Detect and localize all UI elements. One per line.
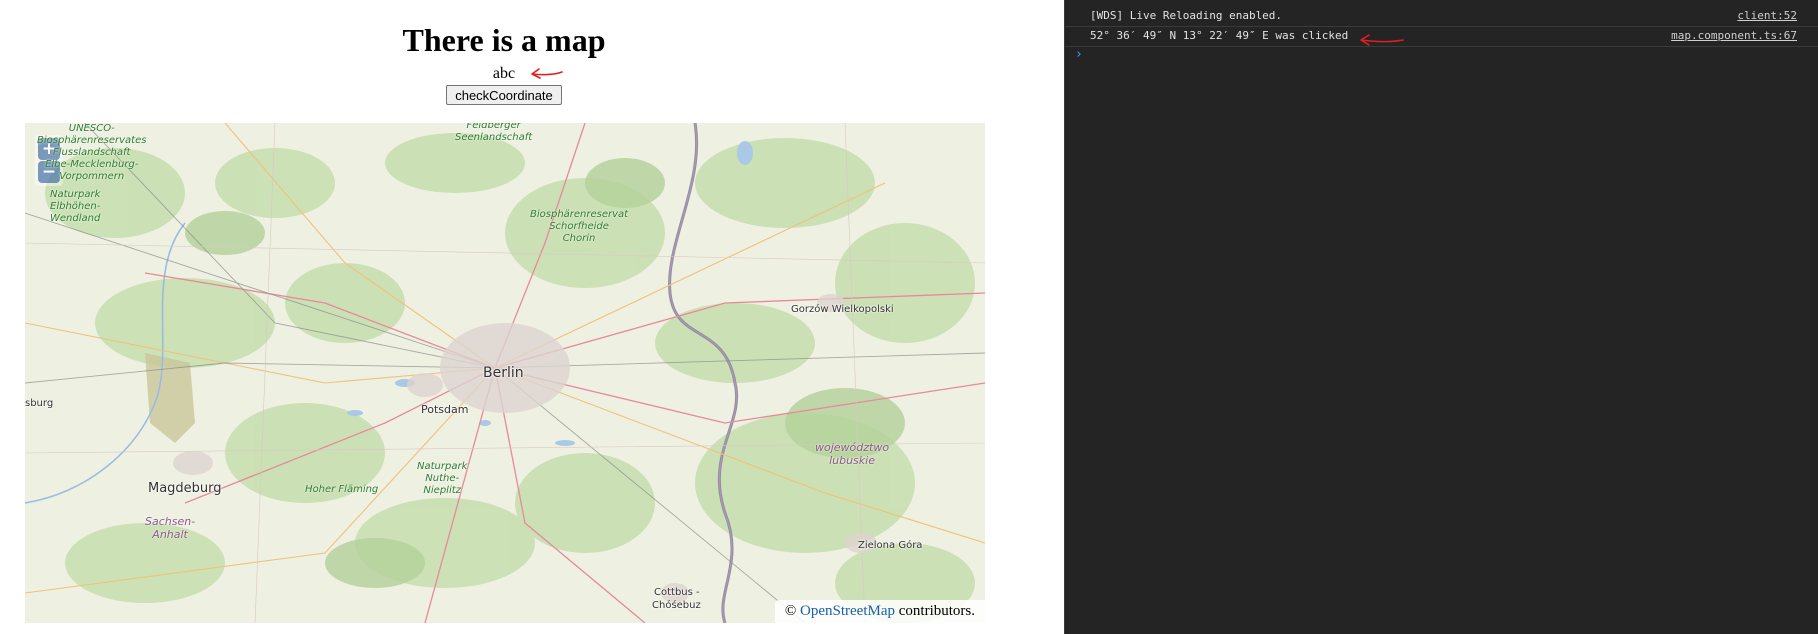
- console-message: [WDS] Live Reloading enabled.: [1090, 9, 1283, 22]
- map-label-nuthe: Naturpark Nuthe- Nieplitz: [417, 461, 468, 496]
- map-label-magdeburg: Magdeburg: [148, 481, 222, 496]
- devtools-console: [WDS] Live Reloading enabled. client:52 …: [1064, 0, 1818, 634]
- map-label-chosebuz: Chóśebuz: [652, 600, 701, 611]
- map-label-hamburg-partial: sburg: [25, 398, 54, 409]
- map-label-zielona-gora: Zielona Góra: [858, 540, 923, 551]
- console-input[interactable]: [1090, 46, 1794, 64]
- map-view[interactable]: + − UNESCO- Biosphärenreservates Flussla…: [25, 123, 985, 623]
- map-label-hoher-flaeming: Hoher Fläming: [305, 484, 379, 495]
- console-source-link[interactable]: map.component.ts:67: [1671, 29, 1797, 42]
- console-row: 52° 36′ 49″ N 13° 22′ 49″ E was clicked …: [1065, 26, 1818, 47]
- map-label-feldberger: Feldberger Seenlandschaft: [455, 123, 533, 143]
- map-label-unesco: UNESCO- Biosphärenreservates Flusslandsc…: [37, 123, 147, 182]
- openstreetmap-link[interactable]: OpenStreetMap: [800, 603, 895, 619]
- map-label-potsdam: Potsdam: [421, 403, 469, 416]
- map-label-elbhoehen: Naturpark Elbhöhen- Wendland: [50, 189, 101, 224]
- map-label-berlin: Berlin: [483, 365, 524, 381]
- map-attribution: © OpenStreetMap contributors.: [774, 600, 985, 623]
- map-label-sachsen-anhalt: Sachsen- Anhalt: [145, 515, 196, 541]
- console-message: 52° 36′ 49″ N 13° 22′ 49″ E was clicked: [1090, 29, 1349, 42]
- map-label-cottbus: Cottbus -: [654, 587, 700, 598]
- map-label-schorfheide: Biosphärenreservat Schorfheide Chorin: [530, 209, 629, 244]
- console-row: [WDS] Live Reloading enabled. client:52: [1065, 6, 1818, 27]
- map-label-lubuskie: województwo lubuskie: [815, 441, 890, 467]
- map-label-gorzow: Gorzów Wielkopolski: [791, 304, 894, 315]
- app-page: There is a map abc checkCoordinate + − U…: [0, 0, 1064, 634]
- check-coordinate-button[interactable]: checkCoordinate: [446, 85, 562, 105]
- console-prompt-icon: ›: [1075, 47, 1083, 62]
- page-title: There is a map: [402, 22, 606, 58]
- coordinate-text: abc: [492, 65, 516, 82]
- screenshot-root: There is a map abc checkCoordinate + − U…: [0, 0, 1818, 634]
- console-source-link[interactable]: client:52: [1737, 9, 1797, 22]
